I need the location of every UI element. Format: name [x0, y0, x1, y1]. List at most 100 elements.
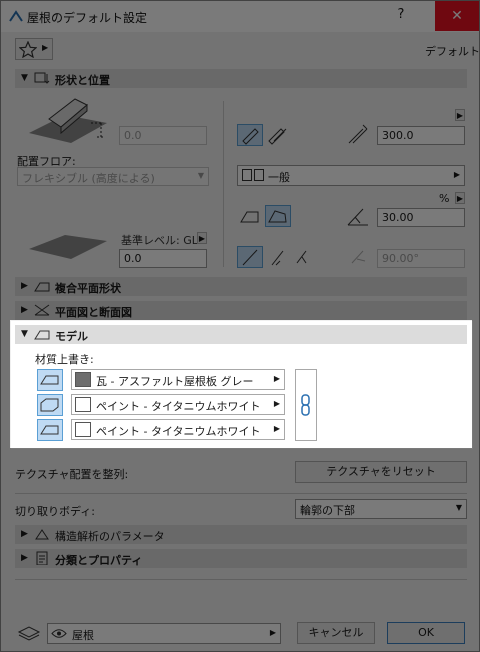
percent-label: %: [439, 192, 450, 205]
surface-side-icon: [40, 398, 59, 412]
edge-perpendicular-button[interactable]: [265, 246, 291, 268]
star-icon: [19, 41, 37, 58]
eye-icon: [51, 629, 67, 638]
material-swatch: [75, 397, 91, 412]
column-divider: [223, 101, 224, 267]
ref-level-diagram: [29, 235, 107, 259]
type-icon: [242, 169, 252, 181]
section-classification-header[interactable]: ▶ 分類とプロパティ: [15, 549, 467, 568]
material-name: 瓦 - アスファルト屋根板 グレー: [96, 375, 254, 388]
chevron-right-icon: ▶: [21, 553, 28, 563]
type-icon: [254, 169, 264, 181]
floor-select-value: フレキシブル (高度による): [22, 172, 155, 185]
texture-reset-button[interactable]: テクスチャをリセット: [295, 461, 467, 483]
pitch-unit-menu-button[interactable]: ▶: [455, 192, 465, 204]
chevron-down-icon: ▼: [455, 503, 462, 512]
layer-icon: [17, 626, 41, 641]
ref-level-field[interactable]: 0.0: [119, 249, 207, 268]
edge-vertical-button[interactable]: [237, 246, 263, 268]
cancel-button[interactable]: キャンセル: [297, 622, 375, 644]
thickness-icon: [348, 124, 368, 144]
pitch-mode-button[interactable]: [237, 205, 263, 227]
cut-body-label: 切り取りボディ:: [15, 505, 95, 518]
material-row-top[interactable]: 瓦 - アスファルト屋根板 グレー ▶: [71, 369, 285, 390]
chevron-right-icon: ▶: [42, 43, 49, 52]
edge-perpendicular-icon: [271, 250, 284, 266]
section-shape-header[interactable]: ▼ 形状と位置: [15, 69, 467, 88]
close-button[interactable]: ✕: [435, 1, 479, 31]
complex-shape-icon: [34, 282, 50, 292]
ref-level-label: 基準レベル: GL: [121, 234, 198, 247]
section-plan-header[interactable]: ▶ 平面図と断面図: [15, 301, 467, 320]
material-swatch: [75, 422, 91, 437]
roof-type-multi-button[interactable]: [265, 124, 291, 146]
material-name: ペイント - タイタニウムホワイト: [96, 425, 261, 438]
material-side-button[interactable]: [37, 394, 63, 416]
material-name: ペイント - タイタニウムホワイト: [96, 400, 261, 413]
chevron-down-icon: ▼: [21, 329, 28, 339]
options-menu-button[interactable]: ▶: [455, 109, 465, 121]
roof-tool-icon: [9, 10, 23, 22]
model-section-icon: [34, 330, 50, 340]
edge-custom-button[interactable]: [293, 246, 319, 268]
chevron-down-icon: ▼: [197, 171, 204, 180]
chevron-down-icon: ▼: [21, 73, 28, 83]
section-model-label: モデル: [55, 330, 88, 343]
ref-level-menu-button[interactable]: ▶: [197, 232, 207, 244]
material-row-side[interactable]: ペイント - タイタニウムホワイト ▶: [71, 394, 285, 415]
material-bottom-button[interactable]: [37, 419, 63, 441]
edge-custom-icon: [296, 250, 307, 264]
material-row-bottom[interactable]: ペイント - タイタニウムホワイト ▶: [71, 419, 285, 440]
classification-icon: [36, 551, 48, 565]
material-swatch: [75, 372, 91, 387]
link-materials-button[interactable]: [295, 369, 317, 441]
chevron-right-icon: ▶: [273, 374, 280, 383]
floor-select[interactable]: フレキシブル (高度による) ▼: [17, 167, 209, 186]
chain-link-icon: [301, 394, 310, 416]
section-structural-header[interactable]: ▶ 構造解析のパラメータ: [15, 525, 467, 544]
edge-angle-field[interactable]: 90.00°: [377, 249, 465, 268]
material-top-button[interactable]: [37, 369, 63, 391]
divider: [15, 493, 467, 494]
section-complex-header[interactable]: ▶ 複合平面形状: [15, 277, 467, 296]
section-model-header[interactable]: ▼ モデル: [15, 325, 467, 344]
chevron-right-icon: ▶: [453, 170, 460, 179]
type-value: 一般: [268, 171, 290, 184]
edge-angle-icon: [351, 250, 366, 264]
chevron-right-icon: ▶: [269, 628, 276, 637]
cut-body-value: 輪郭の下部: [300, 504, 355, 517]
chevron-right-icon: ▶: [273, 424, 280, 433]
shape-section-icon: [34, 72, 50, 84]
section-plan-label: 平面図と断面図: [55, 306, 132, 319]
layer-value: 屋根: [72, 629, 94, 642]
pitch-angle-icon: [347, 208, 368, 226]
type-select[interactable]: 一般 ▶: [237, 165, 465, 186]
edge-vertical-icon: [242, 249, 258, 266]
roof-type-single-button[interactable]: [237, 124, 263, 146]
section-structural-label: 構造解析のパラメータ: [55, 530, 165, 543]
surface-top-icon: [40, 375, 59, 385]
help-button[interactable]: ?: [386, 7, 416, 27]
texture-align-label: テクスチャ配置を整列:: [15, 468, 129, 481]
chevron-right-icon: ▶: [21, 305, 28, 315]
pitch-mode-selected-button[interactable]: [265, 205, 291, 227]
chevron-right-icon: ▶: [21, 281, 28, 291]
chevron-right-icon: ▶: [21, 529, 28, 539]
section-classification-label: 分類とプロパティ: [55, 554, 143, 567]
layer-select[interactable]: 屋根 ▶: [47, 623, 281, 644]
plan-section-icon: [34, 304, 50, 316]
cut-body-select[interactable]: 輪郭の下部 ▼: [295, 499, 467, 519]
pitch-solid-icon: [268, 210, 287, 223]
ok-button[interactable]: OK: [387, 622, 465, 644]
roof-position-diagram: [29, 98, 107, 143]
thickness-field[interactable]: 300.0: [377, 126, 465, 145]
single-plane-icon: [242, 128, 259, 145]
title-bar: 屋根のデフォルト設定 ? ✕: [1, 1, 479, 32]
favorites-button[interactable]: ▶: [15, 38, 53, 60]
section-complex-label: 複合平面形状: [55, 282, 121, 295]
surface-bottom-icon: [40, 425, 59, 435]
default-label: デフォルト: [425, 45, 480, 58]
chevron-right-icon: ▶: [273, 399, 280, 408]
pitch-field[interactable]: 30.00: [377, 208, 465, 227]
height-field[interactable]: 0.0: [119, 126, 207, 145]
